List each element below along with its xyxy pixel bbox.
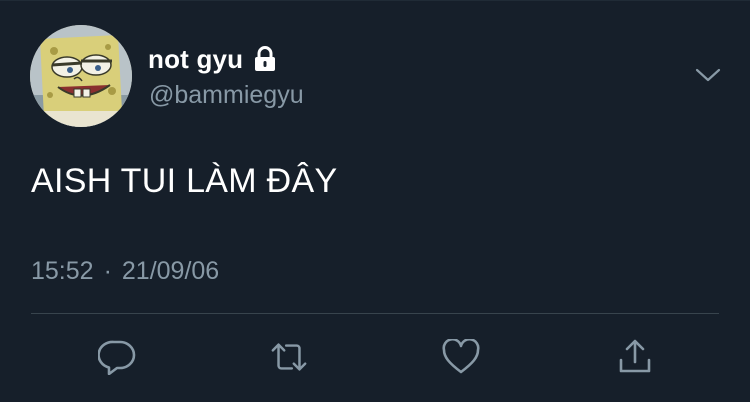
- share-button[interactable]: [615, 337, 655, 377]
- tweet-card: not gyu @bammiegyu AISH TUI LÀM ĐÂY 15:5…: [0, 0, 750, 402]
- retweet-icon: [271, 343, 307, 371]
- display-name[interactable]: not gyu: [148, 44, 243, 75]
- tweet-time[interactable]: 15:52: [31, 257, 94, 286]
- retweet-button[interactable]: [269, 337, 309, 377]
- chevron-down-icon[interactable]: [694, 63, 722, 87]
- comment-bubble-icon: [98, 340, 136, 375]
- tweet-timestamp[interactable]: 15:52 · 21/09/06: [31, 257, 219, 286]
- like-button[interactable]: [441, 337, 481, 377]
- avatar[interactable]: [30, 25, 132, 127]
- reply-button[interactable]: [97, 337, 137, 377]
- lock-icon: [253, 45, 277, 73]
- tweet-text: AISH TUI LÀM ĐÂY: [31, 162, 338, 200]
- author-name-row[interactable]: not gyu: [148, 43, 277, 75]
- share-upload-icon: [619, 339, 651, 373]
- divider: [31, 313, 719, 314]
- heart-icon: [442, 339, 480, 374]
- user-handle[interactable]: @bammiegyu: [149, 81, 304, 110]
- meta-separator: ·: [103, 257, 112, 285]
- tweet-date[interactable]: 21/09/06: [122, 257, 219, 286]
- spongebob-avatar-image: [30, 25, 132, 127]
